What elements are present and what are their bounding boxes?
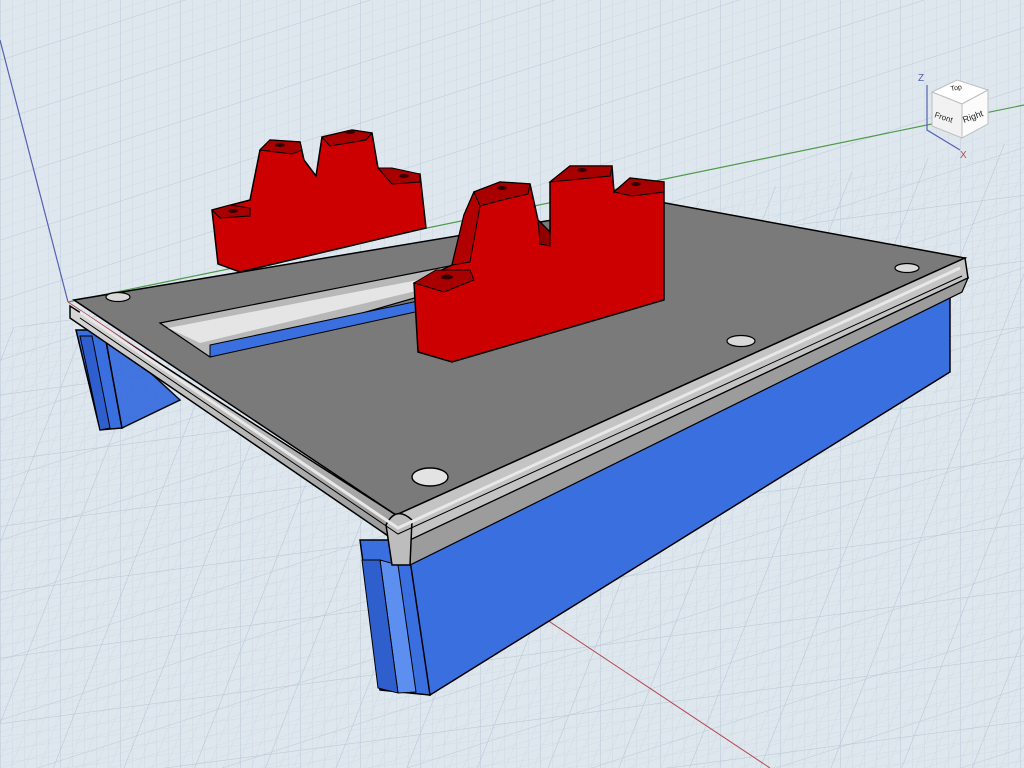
3d-viewport[interactable]: Z X Top Front Right (0, 0, 1024, 768)
view-cube-z-label: Z (918, 73, 924, 84)
screw-hole-middle (726, 334, 756, 348)
screw-hole-back-left (105, 291, 131, 303)
view-cube-x-label: X (960, 150, 967, 161)
screw-hole-back-right (894, 262, 920, 274)
screw-hole-front (411, 467, 449, 487)
